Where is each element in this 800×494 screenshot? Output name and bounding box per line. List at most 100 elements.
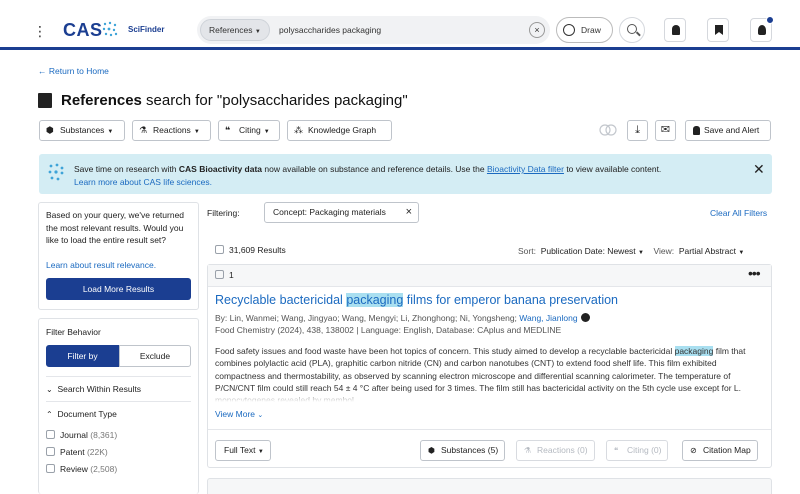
clear-search-icon[interactable]: × [529,22,545,38]
filter-option[interactable]: Patent (22K) [46,447,108,457]
reactions-menu-button[interactable]: ⚗ Reactions ▼ [132,120,211,141]
full-text-button[interactable]: Full Text ▼ [215,440,271,461]
search-type-label: References [209,25,253,35]
kebab-menu-icon[interactable]: ⋮ [33,24,47,38]
select-all-checkbox[interactable] [215,245,224,254]
banner-text-mid: now available on substance and reference… [262,164,487,174]
filter-option-label: Patent [60,447,85,457]
quote-icon: ❝ [225,125,231,135]
filter-option-label: Journal [60,430,88,440]
flask-icon: ⚗ [524,446,532,455]
chevron-up-icon: ⌃ [46,410,53,419]
document-type-toggle[interactable]: ⌃ Document Type [46,409,117,419]
page-title-rest: search for "polysaccharides packaging" [141,92,408,109]
view-select[interactable]: Partial Abstract ▼ [679,246,745,256]
filter-option[interactable]: Review (2,508) [46,464,117,474]
product-name: SciFinder [128,25,165,34]
more-icon[interactable]: ••• [748,265,761,281]
exclude-toggle[interactable]: Exclude [119,345,191,367]
bioactivity-filter-link[interactable]: Bioactivity Data filter [487,164,564,174]
graph-icon: ⁂ [294,125,303,135]
substances-button[interactable]: ⬢ Substances (5) [420,440,506,461]
bioactivity-banner [39,154,772,194]
substances-menu-button[interactable]: ⬢ Substances ▼ [39,120,125,141]
search-within-toggle[interactable]: ⌄ Search Within Results [46,384,141,394]
divider [46,401,191,402]
checkbox[interactable] [46,430,55,439]
remove-filter-icon[interactable]: × [406,203,412,222]
cas-logo-mark-icon [102,21,118,37]
close-icon[interactable]: ✕ [753,162,765,176]
page-title: References search for "polysaccharides p… [61,92,408,109]
search-input[interactable]: polysaccharides packaging [279,25,381,35]
bell-icon[interactable] [664,18,686,42]
abstract-part: Food safety issues and food waste have b… [215,346,675,356]
save-alert-label: Save and Alert [704,125,760,135]
citing-button: ❝ Citing (0) [606,440,669,461]
divider [208,429,771,430]
search-icon[interactable] [619,17,645,43]
title-highlight: packaging [346,293,404,307]
checkbox[interactable] [46,447,55,456]
view-more-link[interactable]: View More ⌄ [215,409,263,419]
banner-text-prefix: Save time on research with [74,164,179,174]
result-number: 1 [215,270,234,280]
sort-view-controls: Sort: Publication Date: Newest ▼ View: P… [518,246,744,256]
abstract-highlight: packaging [674,346,714,356]
life-sciences-link[interactable]: Learn more about CAS life sciences. [74,177,212,187]
sort-select[interactable]: Publication Date: Newest ▼ [541,246,644,256]
download-icon[interactable]: ⤓ [627,120,648,141]
citation-map-icon: ⊘ [690,446,697,455]
filter-option-count: (8,361) [90,430,118,440]
citing-menu-button[interactable]: ❝ Citing ▼ [218,120,280,141]
filter-behavior-label: Filter Behavior [46,327,101,337]
title-part: Recyclable bactericidal [215,293,347,307]
knowledge-graph-button[interactable]: ⁂ Knowledge Graph [287,120,392,141]
result-checkbox[interactable] [215,270,224,279]
view-more-label: View More [215,409,255,419]
return-home-link[interactable]: ← Return to Home [38,66,109,76]
compare-icon[interactable] [599,124,617,136]
article-authors: By: Lin, Wanmei; Wang, Jingyao; Wang, Me… [215,313,590,323]
book-icon [38,93,52,108]
document-type-label: Document Type [57,409,117,419]
orcid-icon[interactable] [580,313,590,322]
article-source: Food Chemistry (2024), 438, 138002 | Lan… [215,325,562,335]
reactions-button: ⚗ Reactions (0) [516,440,595,461]
brand-logo[interactable]: CAS [63,20,103,41]
notification-dot [766,16,774,24]
citing-count-label: Citing (0) [627,445,662,455]
authors-text: By: Lin, Wanmei; Wang, Jingyao; Wang, Me… [215,313,520,323]
active-filter-chip[interactable]: Concept: Packaging materials × [264,202,419,223]
alert-bell-icon [693,126,700,135]
result-index: 1 [229,270,234,280]
author-link[interactable]: Wang, Jianlong [519,313,577,323]
knowledge-graph-label: Knowledge Graph [308,125,377,135]
relevance-link[interactable]: Learn about result relevance. [46,260,156,270]
draw-label: Draw [581,25,601,35]
reactions-label: Reactions [153,125,191,135]
load-more-button[interactable]: Load More Results [46,278,191,300]
filtering-label: Filtering: [207,208,240,218]
mail-icon[interactable]: ✉ [655,120,676,141]
filter-option[interactable]: Journal (8,361) [46,430,117,440]
banner-text-suffix: to view available content. [563,164,662,174]
chevron-down-icon: ⌄ [257,412,264,419]
quote-icon: ❝ [614,446,619,455]
full-text-label: Full Text [224,445,256,455]
article-title-link[interactable]: Recyclable bactericidal packaging films … [215,293,618,307]
substance-icon: ⬢ [428,446,435,455]
filter-option-label: Review [60,464,88,474]
banner-text-bold: CAS Bioactivity data [178,164,263,174]
save-alert-button[interactable]: Save and Alert [685,120,771,141]
draw-button[interactable]: Draw [556,17,613,43]
search-type-select[interactable]: References ▼ [200,19,270,41]
clear-all-filters-link[interactable]: Clear All Filters [710,208,767,218]
citing-label: Citing [239,125,261,135]
filter-by-toggle[interactable]: Filter by [46,345,119,367]
substances-count-label: Substances (5) [441,445,499,455]
checkbox[interactable] [46,464,55,473]
substances-label: Substances [60,125,105,135]
bookmark-icon[interactable] [707,18,729,42]
citation-map-button[interactable]: ⊘ Citation Map [682,440,758,461]
